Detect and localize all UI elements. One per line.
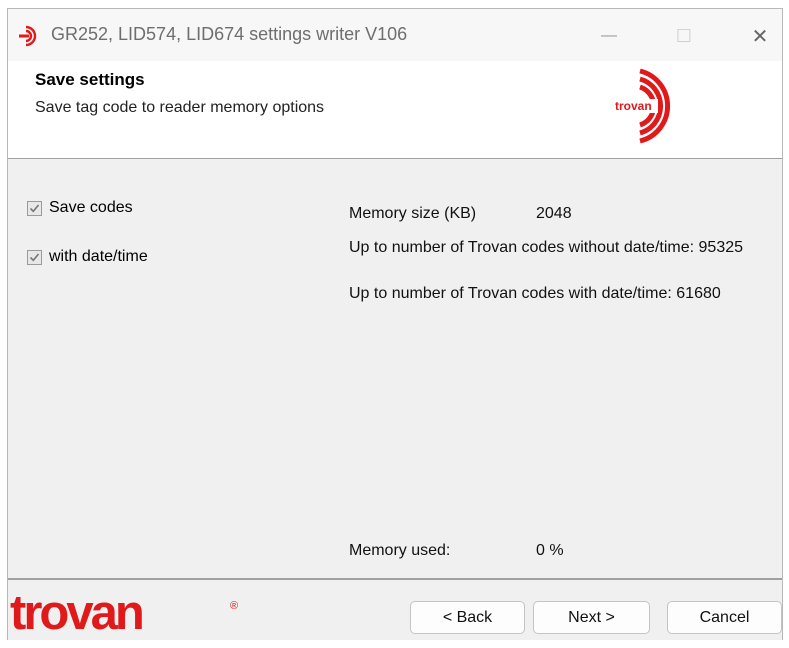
checkmark-icon (29, 252, 40, 261)
memory-size-label: Memory size (KB) (349, 205, 477, 222)
minimize-icon: — (601, 27, 617, 44)
maximize-button[interactable]: ☐ (667, 22, 701, 50)
codes-without-datetime-text: Up to number of Trovan codes without dat… (349, 239, 744, 256)
close-icon: ✕ (751, 25, 769, 48)
save-codes-checkbox-row[interactable]: Save codes (27, 199, 133, 217)
page-title: Save settings (35, 70, 145, 89)
with-date-time-checkbox[interactable] (27, 249, 42, 265)
next-button[interactable]: Next > (533, 601, 650, 634)
memory-used-label: Memory used: (349, 542, 451, 559)
close-button[interactable]: ✕ (743, 22, 777, 50)
memory-used-value: 0 % (536, 542, 564, 559)
back-button[interactable]: < Back (410, 601, 525, 634)
with-date-time-label[interactable]: with date/time (49, 248, 148, 266)
trovan-brand-logo: trovan (10, 586, 145, 640)
maximize-icon: ☐ (675, 25, 693, 46)
codes-with-datetime-text: Up to number of Trovan codes with date/t… (349, 285, 721, 302)
page-subtitle: Save tag code to reader memory options (35, 99, 325, 116)
with-date-time-checkbox-row[interactable]: with date/time (27, 248, 148, 266)
cancel-button[interactable]: Cancel (667, 601, 782, 634)
checkmark-icon (29, 203, 40, 212)
trovan-logo: trovan (610, 65, 690, 147)
save-codes-label[interactable]: Save codes (49, 199, 133, 217)
trovan-app-icon (18, 24, 42, 48)
save-codes-checkbox[interactable] (27, 200, 42, 216)
memory-size-value: 2048 (536, 205, 572, 222)
registered-mark: ® (230, 600, 239, 612)
header-logo-text: trovan (615, 99, 652, 113)
minimize-button[interactable]: — (592, 22, 626, 50)
window-title: GR252, LID574, LID674 settings writer V1… (51, 24, 408, 44)
